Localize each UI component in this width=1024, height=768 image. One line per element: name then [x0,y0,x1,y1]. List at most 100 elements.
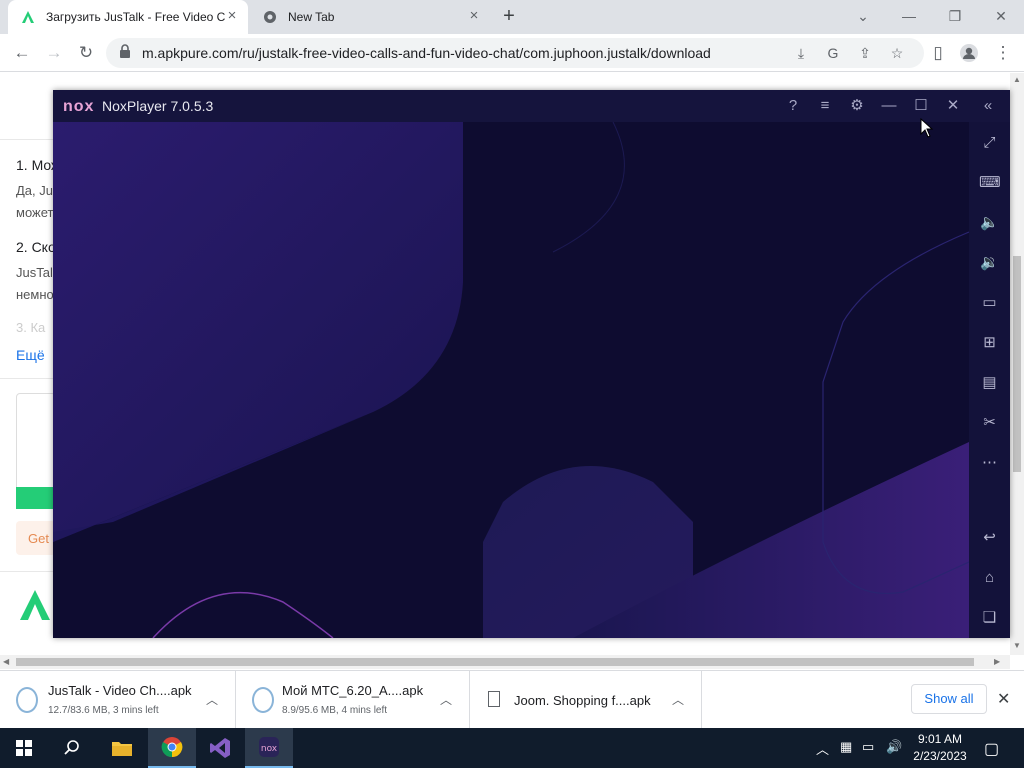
faq-question-3[interactable]: 3. Ка [16,320,45,335]
close-downloads-icon[interactable]: ✕ [997,689,1010,709]
downloads-bar: JusTalk - Video Ch....apk 12.7/83.6 MB, … [0,670,1024,729]
download-filename: JusTalk - Video Ch....apk [48,683,192,698]
close-tab-icon[interactable]: × [224,8,240,24]
scroll-down-arrow-icon[interactable]: ▼ [1013,641,1021,650]
volume-up-icon[interactable]: 🔈 [979,212,1000,233]
tab-search-icon[interactable]: ⌄ [848,4,878,28]
download-status: 12.7/83.6 MB, 3 mins left [48,705,159,716]
download-item[interactable]: Мой МТС_6.20_A....apk 8.9/95.6 MB, 4 min… [236,671,470,729]
notifications-icon[interactable]: ▢ [984,739,999,759]
chrome-favicon-icon [262,9,278,25]
lock-icon[interactable] [116,44,134,62]
emulator-screen[interactable] [53,122,969,638]
visual-studio-icon[interactable] [196,728,244,768]
divider [0,378,60,379]
noxplayer-window: nox NoxPlayer 7.0.5.3 ? ≡ ⚙ — ☐ ✕ « ⤢ ⌨ … [53,90,1010,638]
start-windows-icon[interactable] [0,728,48,768]
download-item[interactable]: Joom. Shopping f....apk ︿ [470,671,702,729]
home-icon[interactable]: ⌂ [979,567,1000,588]
show-all-button[interactable]: Show all [911,684,987,714]
restore-icon[interactable]: ❐ [940,4,970,28]
faq-answer-2-line-b: немно [16,287,54,302]
search-icon[interactable] [48,728,96,768]
scroll-up-arrow-icon[interactable]: ▲ [1013,75,1021,84]
get-button[interactable]: Get [16,521,56,555]
fullscreen-icon[interactable]: ⤢ [979,132,1000,153]
chrome-taskbar-icon[interactable] [148,728,196,768]
scissors-icon[interactable]: ✂ [979,412,1000,433]
address-bar[interactable]: m.apkpure.com/ru/justalk-free-video-call… [106,38,924,68]
download-filename: Мой МТС_6.20_A....apk [282,683,424,698]
help-icon[interactable]: ? [783,96,803,116]
chevron-up-icon[interactable]: ︿ [206,691,218,708]
tray-app-icon[interactable]: ▦ [840,739,852,755]
tray-chevron-up-icon[interactable]: ︿ [816,739,829,758]
system-clock[interactable]: 9:01 AM 2/23/2023 [910,731,970,765]
forward-icon[interactable]: → [41,40,67,66]
chevron-up-icon[interactable]: ︿ [440,691,452,708]
more-options-icon[interactable]: ⋯ [979,452,1000,473]
back-icon[interactable]: ← [9,40,35,66]
page-vertical-scrollbar[interactable]: ▲ ▼ [1010,73,1024,655]
divider [0,571,60,572]
close-icon[interactable]: ✕ [943,96,963,116]
nox-taskbar-icon[interactable]: nox [245,728,293,768]
apkpure-favicon-icon [20,9,36,25]
side-panel-icon[interactable]: ▯ [925,40,951,66]
tab-justalk[interactable]: Загрузить JusTalk - Free Video C × [8,0,248,34]
maximize-icon[interactable]: ☐ [911,96,931,116]
install-app-icon[interactable]: ⤓ [792,44,810,62]
volume-down-icon[interactable]: 🔉 [979,252,1000,273]
tab-strip: Загрузить JusTalk - Free Video C × New T… [0,0,1024,34]
translate-icon[interactable]: G [824,44,842,62]
faq-question-2[interactable]: 2. Ско [16,239,56,255]
screen-icon[interactable]: ▭ [979,292,1000,313]
share-icon[interactable]: ⇪ [856,44,874,62]
more-link[interactable]: Ещё [16,347,45,363]
close-tab-icon[interactable]: × [466,8,482,24]
nox-logo: nox [63,98,95,115]
bookmark-star-icon[interactable]: ☆ [888,44,906,62]
minimize-icon[interactable]: — [879,96,899,116]
chevron-up-icon[interactable]: ︿ [672,691,684,708]
apkpure-logo-icon [18,588,52,622]
file-progress-icon [16,687,38,713]
clock-date: 2/23/2023 [913,749,967,763]
back-icon[interactable]: ↩ [979,527,1000,548]
menu-icon[interactable]: ≡ [815,96,835,116]
network-icon[interactable]: ▭ [862,739,874,755]
new-tab-button[interactable]: + [498,5,520,27]
multi-instance-icon[interactable]: ▤ [979,372,1000,393]
profile-avatar-icon[interactable] [956,40,982,66]
scrollbar-thumb[interactable] [16,658,974,666]
nox-titlebar[interactable]: nox NoxPlayer 7.0.5.3 ? ≡ ⚙ — ☐ ✕ « [53,90,1010,122]
nox-window-title: NoxPlayer 7.0.5.3 [102,98,214,114]
keyboard-icon[interactable]: ⌨ [979,172,1001,193]
minimize-icon[interactable]: — [894,4,924,28]
settings-gear-icon[interactable]: ⚙ [847,96,867,116]
file-progress-icon [252,687,274,713]
scroll-right-arrow-icon[interactable]: ▶ [994,657,1000,666]
tab-title: New Tab [288,10,335,24]
collapse-sidebar-icon[interactable]: « [978,96,998,116]
recent-apps-icon[interactable]: ❏ [979,607,1000,628]
file-explorer-icon[interactable] [98,728,146,768]
tab-new-tab[interactable]: New Tab × [250,0,490,34]
volume-icon[interactable]: 🔊 [886,739,902,755]
add-apk-icon[interactable]: ⊞ [979,332,1000,353]
file-icon [488,691,500,707]
download-status: 8.9/95.6 MB, 4 mins left [282,705,388,716]
download-item[interactable]: JusTalk - Video Ch....apk 12.7/83.6 MB, … [0,671,236,729]
chrome-menu-icon[interactable]: ⋮ [990,40,1016,66]
windows-taskbar: nox ︿ ▦ ▭ 🔊 9:01 AM 2/23/2023 ▢ [0,728,1024,768]
faq-answer-2-line-a: JusTal [16,265,53,280]
scrollbar-thumb[interactable] [1013,256,1021,472]
page-horizontal-scrollbar[interactable]: ◀ ▶ [0,655,1010,669]
faq-answer-1-line-b: может [16,205,54,220]
svg-text:nox: nox [261,744,278,754]
mouse-cursor-icon [920,118,934,138]
scroll-left-arrow-icon[interactable]: ◀ [3,657,9,666]
reload-icon[interactable]: ↻ [73,40,99,66]
download-filename: Joom. Shopping f....apk [514,693,651,708]
close-window-icon[interactable]: ✕ [986,4,1016,28]
